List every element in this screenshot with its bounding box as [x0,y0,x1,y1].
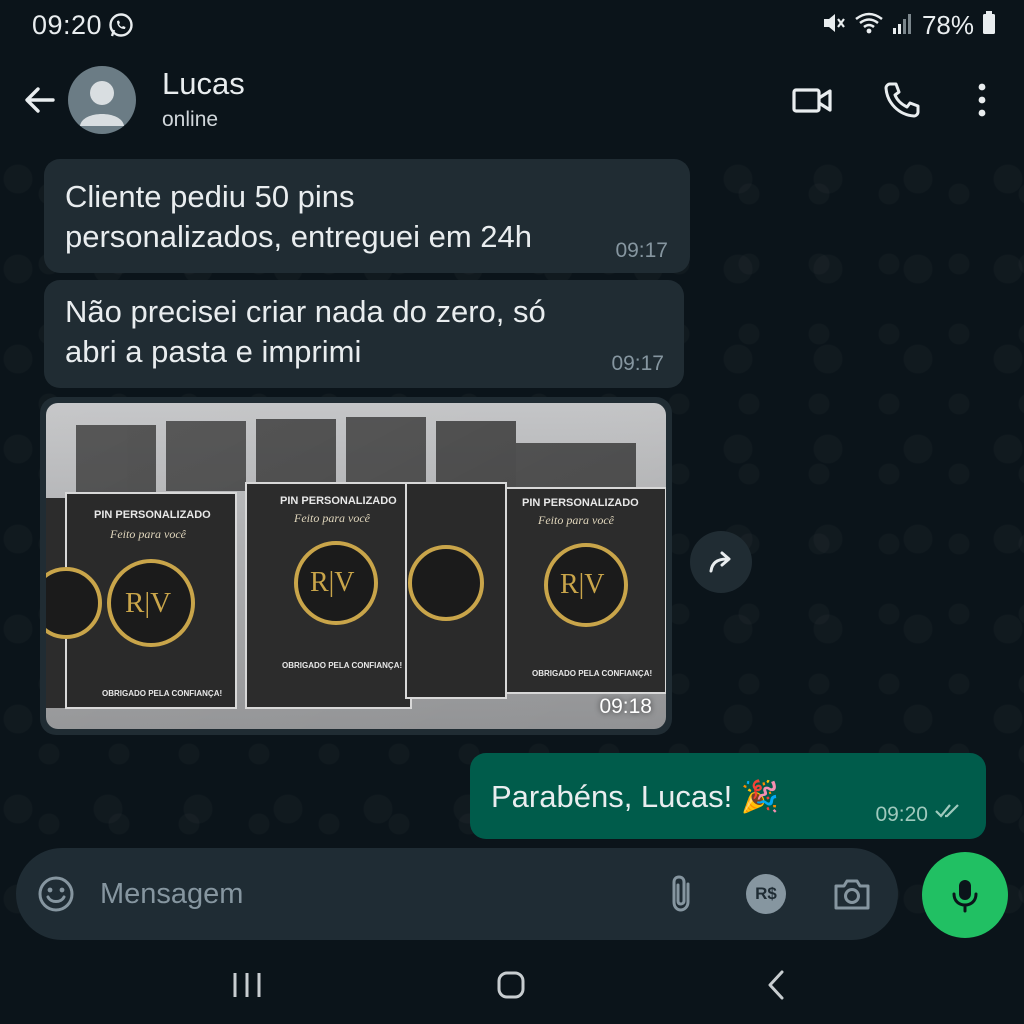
message-text: Parabéns, Lucas! 🎉 [491,779,780,814]
avatar-icon[interactable] [68,66,136,134]
battery-icon [982,10,996,41]
payment-label: R$ [755,884,777,903]
message-time: 09:17 [611,352,664,375]
battery-text: 78% [921,10,974,40]
chat-area[interactable]: Cliente pediu 50 pins personalizados, en… [0,152,1024,944]
message-time: 09:17 [615,239,668,262]
system-nav-bar [0,944,1024,1024]
signal-icon [892,10,914,41]
status-bar: 09:20 78% [0,0,1024,52]
back-nav-icon[interactable] [760,968,794,1007]
forward-icon[interactable] [690,531,752,593]
status-time: 09:20 [32,10,103,40]
back-arrow-icon[interactable] [20,80,60,120]
attach-icon[interactable] [664,874,700,919]
recents-icon[interactable] [230,968,264,1007]
emoji-icon[interactable] [36,874,76,919]
card-title: PIN PERSONALIZADO [94,509,211,521]
mic-icon[interactable] [922,852,1008,938]
more-options-icon[interactable] [960,78,1004,122]
message-time: 09:18 [599,695,652,718]
read-receipt-icon [934,802,964,825]
video-call-icon[interactable] [790,78,834,122]
contact-status: online [162,108,219,131]
message-text: Não precisei criar nada do zero, só abri… [65,294,546,369]
mute-icon [820,10,846,41]
card-script: Feito para você [294,511,370,525]
card-footer: OBRIGADO PELA CONFIANÇA! [532,669,653,678]
payment-icon[interactable]: R$ [746,874,786,914]
card-script: Feito para você [110,527,186,541]
wifi-icon [854,10,884,41]
pin-logo: R|V [560,569,605,600]
outgoing-message[interactable]: Parabéns, Lucas! 🎉 09:20 [470,753,986,839]
incoming-message[interactable]: Não precisei criar nada do zero, só abri… [44,280,684,388]
message-input-bar[interactable]: Mensagem R$ [16,848,898,940]
whatsapp-icon [108,12,134,43]
pin-logo: R|V [125,587,172,619]
chat-header: Lucas online [0,52,1024,152]
card-footer: OBRIGADO PELA CONFIANÇA! [102,689,223,698]
home-icon[interactable] [494,968,528,1007]
incoming-message[interactable]: Cliente pediu 50 pins personalizados, en… [44,159,690,273]
card-footer: OBRIGADO PELA CONFIANÇA! [282,661,403,670]
message-time: 09:20 [875,803,928,826]
pin-logo: R|V [310,567,355,598]
card-title: PIN PERSONALIZADO [522,497,639,509]
image-message[interactable]: PIN PERSONALIZADO PIN PERSONALIZADO PIN … [40,397,672,735]
message-input[interactable]: Mensagem [100,878,243,911]
card-script: Feito para você [538,513,614,527]
phone-call-icon[interactable] [880,78,924,122]
camera-icon[interactable] [832,874,872,919]
message-text: Cliente pediu 50 pins personalizados, en… [65,179,533,254]
card-title: PIN PERSONALIZADO [280,495,397,507]
contact-name[interactable]: Lucas [162,66,245,102]
pins-photo[interactable]: PIN PERSONALIZADO PIN PERSONALIZADO PIN … [46,403,666,729]
